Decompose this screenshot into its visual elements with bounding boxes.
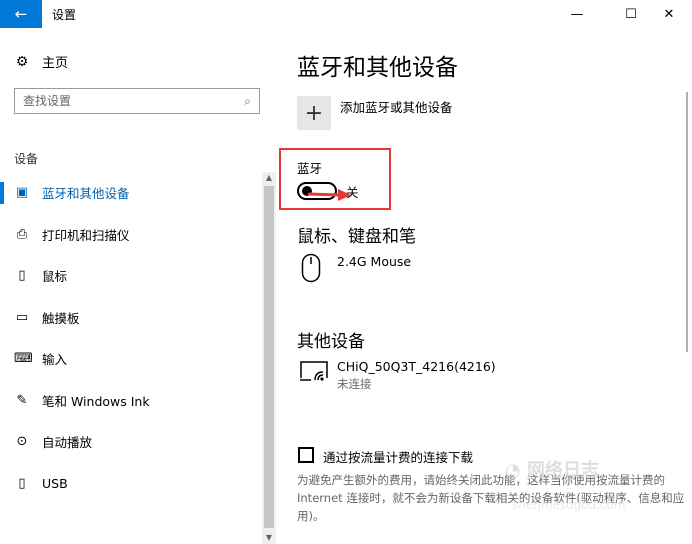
autoplay-icon: ⊙ <box>16 434 28 450</box>
scroll-down-icon[interactable]: ▼ <box>262 532 276 544</box>
add-device-label[interactable]: 添加蓝牙或其他设备 <box>340 97 453 116</box>
page-title: 蓝牙和其他设备 <box>297 55 458 81</box>
sidebar-scrollbar[interactable]: ▲ ▼ <box>262 172 276 544</box>
close-icon: ✕ <box>663 6 675 22</box>
metered-download-description: 为避免产生额外的费用，请始终关闭此功能，这样当你使用按流量计费的 Interne… <box>297 473 685 523</box>
sidebar-item-label: USB <box>42 475 68 491</box>
sidebar-item-label: 蓝牙和其他设备 <box>42 186 130 202</box>
close-button[interactable]: ✕ <box>646 0 692 28</box>
gear-icon: ⚙ <box>15 53 29 70</box>
metered-download-checkbox[interactable] <box>298 447 314 463</box>
sidebar-item-label: 打印机和扫描仪 <box>42 227 130 243</box>
mouse-icon: ▯ <box>18 268 26 284</box>
sidebar-item-touchpad[interactable]: ▭ 触摸板 <box>0 297 262 339</box>
sidebar-item-mouse[interactable]: ▯ 鼠标 <box>0 255 262 297</box>
main-scrollbar[interactable] <box>686 92 688 352</box>
main-panel: 蓝牙和其他设备 + 添加蓝牙或其他设备 蓝牙 关 鼠标、键盘和笔 2.4G Mo… <box>278 28 692 544</box>
back-button[interactable]: ← <box>0 0 42 28</box>
scroll-up-icon[interactable]: ▲ <box>262 172 276 184</box>
mouse-device-name[interactable]: 2.4G Mouse <box>337 254 411 269</box>
title-bar: ← 设置 — ☐ ✕ <box>0 0 692 28</box>
mouse-keyboard-pen-heading: 鼠标、键盘和笔 <box>297 227 416 247</box>
sidebar-nav: ▣ 蓝牙和其他设备 ⎙ 打印机和扫描仪 ▯ 鼠标 ▭ 触摸板 ⌨ 输入 ✎ 笔和… <box>0 172 262 504</box>
search-icon[interactable]: ⌕ <box>244 94 251 109</box>
sidebar-item-label: 触摸板 <box>42 310 80 326</box>
bluetooth-devices-icon: ▣ <box>15 185 29 201</box>
touchpad-icon: ▭ <box>15 309 29 325</box>
search-input[interactable] <box>23 94 245 108</box>
sidebar-item-label: 笔和 Windows Ink <box>42 393 150 409</box>
window-title: 设置 <box>52 8 77 22</box>
back-arrow-icon: ← <box>14 5 28 23</box>
watermark-logo: ◔ 网络日志 <box>505 460 599 481</box>
sidebar-item-typing[interactable]: ⌨ 输入 <box>0 338 262 380</box>
sidebar-item-autoplay[interactable]: ⊙ 自动播放 <box>0 421 262 463</box>
scroll-thumb[interactable] <box>264 186 274 528</box>
sidebar-item-pen[interactable]: ✎ 笔和 Windows Ink <box>0 380 262 422</box>
search-box[interactable]: ⌕ <box>14 88 260 114</box>
home-link[interactable]: ⚙ 主页 <box>14 52 69 72</box>
usb-icon: ▯ <box>18 475 26 491</box>
keyboard-icon: ⌨ <box>14 351 33 367</box>
add-device-button[interactable]: + <box>297 96 331 130</box>
sidebar-item-printers[interactable]: ⎙ 打印机和扫描仪 <box>0 214 262 256</box>
maximize-icon: ☐ <box>625 6 637 22</box>
minimize-icon: — <box>570 6 584 22</box>
home-label: 主页 <box>42 56 69 71</box>
plus-icon: + <box>304 100 324 126</box>
minimize-button[interactable]: — <box>554 0 600 28</box>
sidebar-item-label: 鼠标 <box>42 269 68 285</box>
sidebar: ⚙ 主页 ⌕ 设备 ▣ 蓝牙和其他设备 ⎙ 打印机和扫描仪 ▯ 鼠标 ▭ 触摸板… <box>0 28 278 544</box>
pen-icon: ✎ <box>16 392 28 408</box>
active-indicator <box>0 182 4 204</box>
other-devices-heading: 其他设备 <box>297 332 365 352</box>
mouse-device-icon <box>301 253 321 283</box>
bluetooth-label: 蓝牙 <box>297 161 323 176</box>
other-device-name[interactable]: CHiQ_50Q3T_4216(4216) <box>337 359 496 374</box>
sidebar-item-usb[interactable]: ▯ USB <box>0 463 262 505</box>
wireless-display-icon <box>300 361 328 381</box>
other-device-status: 未连接 <box>337 377 372 391</box>
annotation-arrow-icon <box>308 189 351 201</box>
watermark-url: shenmesogou.com <box>512 498 626 512</box>
section-label-devices: 设备 <box>14 152 39 166</box>
metered-download-label[interactable]: 通过按流量计费的连接下载 <box>323 447 473 466</box>
printer-icon: ⎙ <box>16 226 28 242</box>
sidebar-item-label: 自动播放 <box>42 435 93 451</box>
sidebar-item-bluetooth[interactable]: ▣ 蓝牙和其他设备 <box>0 172 262 214</box>
sidebar-item-label: 输入 <box>42 352 68 368</box>
